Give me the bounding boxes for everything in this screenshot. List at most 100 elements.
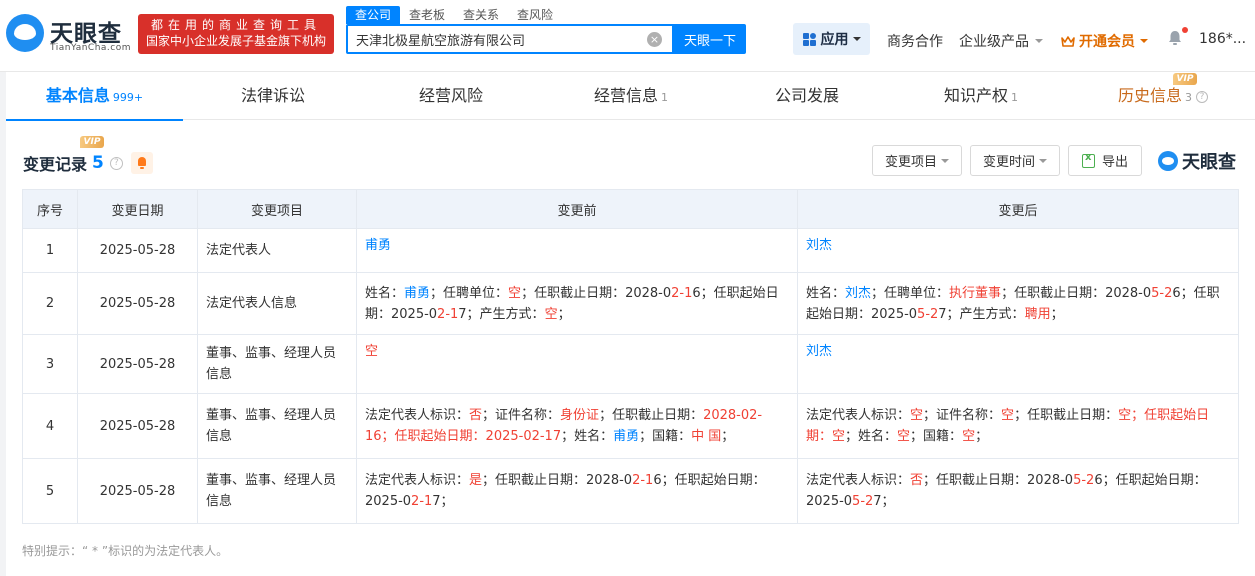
row-number: 3 xyxy=(22,334,78,394)
person-link[interactable]: 甫勇 xyxy=(404,286,430,301)
change-item: 董事、监事、经理人员信息 xyxy=(197,393,357,459)
tab-count: 999+ xyxy=(112,91,144,104)
promo-line-2: 国家中小企业发展子基金旗下机构 xyxy=(145,34,326,48)
chevron-down-icon xyxy=(1035,39,1043,43)
column-header: 序号 xyxy=(22,189,78,229)
footnote: 特别提示：“ * ”标识的为法定代表人。 xyxy=(22,544,229,558)
apps-menu-button[interactable]: 应用 xyxy=(793,23,870,55)
clear-icon[interactable]: × xyxy=(647,32,662,47)
person-link[interactable]: 甫勇 xyxy=(365,238,391,253)
apps-label: 应用 xyxy=(820,32,849,48)
before-value: 法定代表人标识：否；证件名称：身份证；任职截止日期：2028-02-16；任职起… xyxy=(356,393,798,459)
person-link[interactable]: 刘杰 xyxy=(845,286,871,301)
search-tab-company[interactable]: 查公司 xyxy=(346,6,401,24)
tab-label: 经营信息 xyxy=(593,86,658,105)
filter-label: 变更时间 xyxy=(982,155,1035,170)
change-records-table: 序号 变更日期 变更项目 变更前 变更后 1 2025-05-28 法定代表人 … xyxy=(22,189,1239,524)
after-value: 姓名：刘杰；任聘单位：执行董事；任职截止日期：2028-05-26；任职起始日期… xyxy=(797,272,1239,335)
chevron-down-icon xyxy=(852,37,861,41)
site-logo[interactable]: 天眼查 TianYanCha.com xyxy=(6,12,132,58)
enterprise-products-menu[interactable]: 企业级产品 xyxy=(959,31,1043,51)
table-row: 2 2025-05-28 法定代表人信息 姓名：甫勇；任聘单位：空；任职截止日期… xyxy=(22,272,1239,335)
brand-text: 天眼查 xyxy=(1182,152,1236,173)
column-header: 变更日期 xyxy=(77,189,198,229)
after-value: 刘杰 xyxy=(797,334,1239,394)
record-count: 5 xyxy=(92,153,104,173)
search-box: × xyxy=(346,24,674,54)
tab-label: 知识产权 xyxy=(943,86,1008,105)
tab-count: 3 xyxy=(1185,91,1192,104)
search-input[interactable] xyxy=(348,26,638,52)
tab-basic-info[interactable]: 基本信息 999+ xyxy=(6,72,183,121)
help-icon[interactable]: ? xyxy=(109,156,123,170)
person-link[interactable]: 甫勇 xyxy=(613,429,639,444)
search-tab-boss[interactable]: 查老板 xyxy=(400,6,454,24)
excel-icon xyxy=(1081,152,1095,168)
tab-intellectual-property[interactable]: 知识产权 1 xyxy=(891,72,1071,120)
crown-icon xyxy=(1061,35,1075,47)
section-header: 变更记录 5 ? xyxy=(23,151,153,175)
tab-business-risk[interactable]: 经营风险 xyxy=(363,72,539,120)
tab-count: 1 xyxy=(661,91,668,104)
change-date: 2025-05-28 xyxy=(77,458,198,524)
notification-bell-icon[interactable] xyxy=(1166,29,1184,47)
top-header: 天眼查 TianYanCha.com 都在用的商业查询工具 国家中小企业发展子基… xyxy=(0,0,1255,72)
tab-label: 经营风险 xyxy=(418,86,483,105)
change-date: 2025-05-28 xyxy=(77,393,198,459)
column-header: 变更项目 xyxy=(197,189,357,229)
promo-line-1: 都在用的商业查询工具 xyxy=(150,18,321,32)
before-value: 空 xyxy=(356,334,798,394)
filter-change-item-dropdown[interactable]: 变更项目 xyxy=(872,145,962,176)
after-value: 刘杰 xyxy=(797,228,1239,273)
tab-history-info[interactable]: 历史信息 3? xyxy=(1071,72,1255,120)
tab-count: 1 xyxy=(1011,91,1018,104)
row-number: 4 xyxy=(22,393,78,459)
help-icon[interactable]: ? xyxy=(1196,91,1208,103)
tab-label: 法律诉讼 xyxy=(240,86,305,105)
before-value: 姓名：甫勇；任聘单位：空；任职截止日期：2028-02-16；任职起始日期：20… xyxy=(356,272,798,335)
user-account-menu[interactable]: 186*... xyxy=(1199,31,1246,47)
tab-label: 基本信息 xyxy=(45,86,110,105)
after-value: 法定代表人标识：否；任职截止日期：2028-05-26；任职起始日期：2025-… xyxy=(797,458,1239,524)
column-header: 变更前 xyxy=(356,189,798,229)
filter-change-time-dropdown[interactable]: 变更时间 xyxy=(970,145,1060,176)
business-cooperation-link[interactable]: 商务合作 xyxy=(887,31,943,51)
logo-subtext: TianYanCha.com xyxy=(50,43,132,53)
open-vip-menu[interactable]: 开通会员 xyxy=(1061,31,1148,51)
change-date: 2025-05-28 xyxy=(77,272,198,335)
person-link[interactable]: 刘杰 xyxy=(806,238,832,253)
tab-business-info[interactable]: 经营信息 1 xyxy=(539,72,723,120)
search-tab-risk[interactable]: 查风险 xyxy=(508,6,562,24)
table-row: 3 2025-05-28 董事、监事、经理人员信息 空 刘杰 xyxy=(22,334,1239,394)
filter-label: 变更项目 xyxy=(884,155,937,170)
change-item: 董事、监事、经理人员信息 xyxy=(197,458,357,524)
eye-logo-icon xyxy=(6,14,44,52)
apps-grid-icon xyxy=(802,32,816,46)
vip-badge: VIP xyxy=(1173,73,1197,85)
change-date: 2025-05-28 xyxy=(77,228,198,273)
chevron-down-icon xyxy=(1039,158,1047,163)
vip-badge: VIP xyxy=(80,136,104,148)
change-item: 法定代表人信息 xyxy=(197,272,357,335)
column-header: 变更后 xyxy=(797,189,1239,229)
table-header-row: 序号 变更日期 变更项目 变更前 变更后 xyxy=(22,189,1239,229)
notification-dot xyxy=(1182,27,1188,33)
export-label: 导出 xyxy=(1101,155,1128,170)
row-number: 5 xyxy=(22,458,78,524)
tab-legal-litigation[interactable]: 法律诉讼 xyxy=(183,72,363,120)
enterprise-products-label: 企业级产品 xyxy=(959,34,1029,50)
change-item: 董事、监事、经理人员信息 xyxy=(197,334,357,394)
search-tab-relation[interactable]: 查关系 xyxy=(454,6,508,24)
chevron-down-icon xyxy=(941,158,949,163)
search-button[interactable]: 天眼一下 xyxy=(674,24,746,54)
tab-company-development[interactable]: 公司发展 xyxy=(723,72,891,120)
table-row: 1 2025-05-28 法定代表人 甫勇 刘杰 xyxy=(22,228,1239,273)
eye-logo-icon xyxy=(1158,151,1178,171)
row-number: 2 xyxy=(22,272,78,335)
main-content: 基本信息 999+ 法律诉讼 经营风险 经营信息 1 公司发展 知识产权 1 历史信息… xyxy=(6,72,1255,576)
export-button[interactable]: 导出 xyxy=(1068,145,1142,176)
promo-banner[interactable]: 都在用的商业查询工具 国家中小企业发展子基金旗下机构 xyxy=(138,14,334,54)
monitor-bell-button[interactable] xyxy=(130,152,153,174)
chevron-down-icon xyxy=(1140,39,1148,43)
person-link[interactable]: 刘杰 xyxy=(806,344,832,359)
